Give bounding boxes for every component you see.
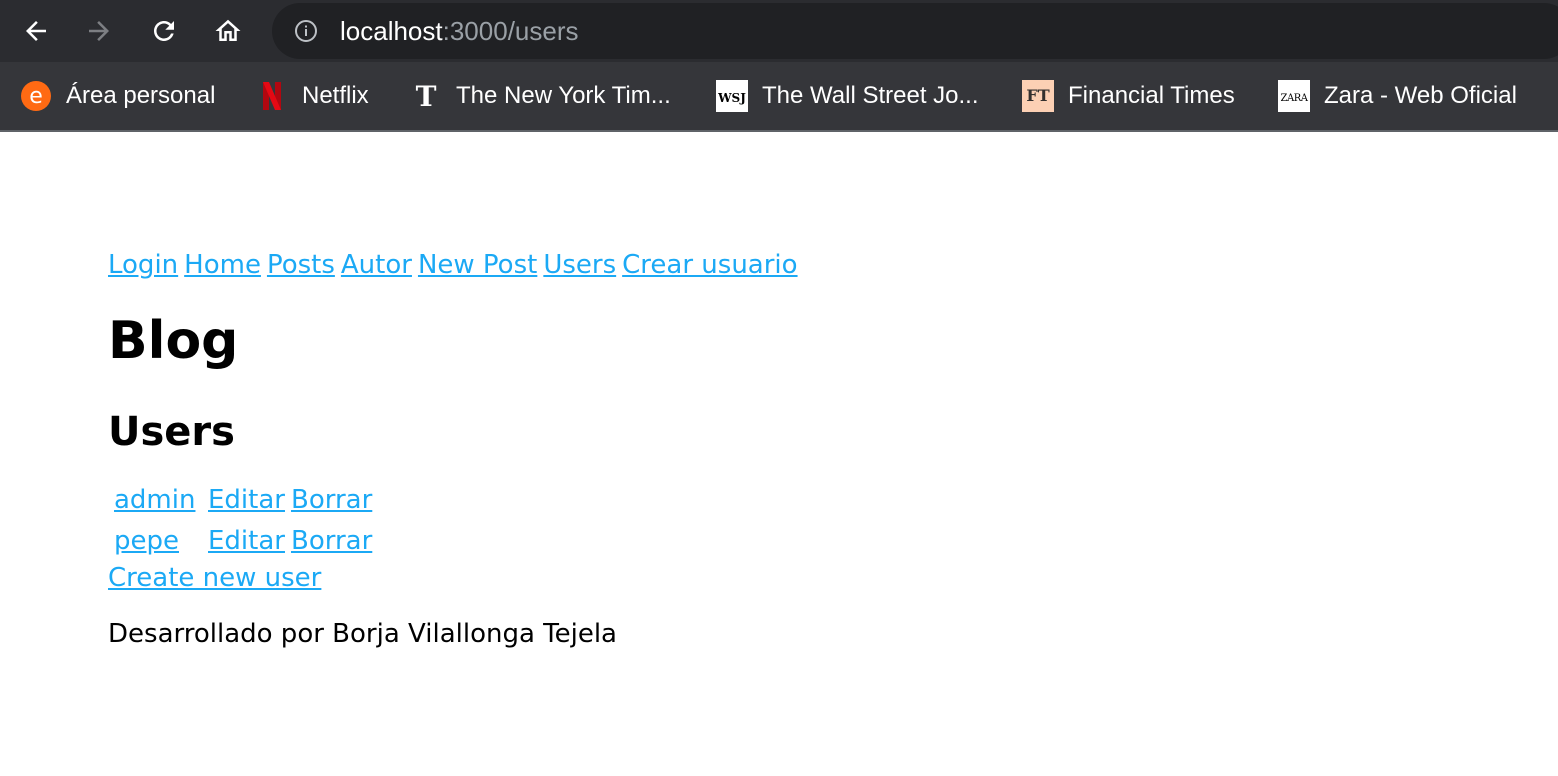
section-heading: Users xyxy=(108,409,235,455)
bookmark-label: Netflix xyxy=(302,82,369,109)
page-content: Login Home Posts Autor New Post Users Crear us… xyxy=(108,248,804,651)
home-icon xyxy=(215,19,241,41)
address-bar[interactable]: localhost:3000/users xyxy=(272,3,1558,59)
nyt-icon: T xyxy=(410,80,442,112)
page-title: Blog xyxy=(108,311,239,371)
home-button[interactable] xyxy=(211,14,245,48)
svg-text:WSJ: WSJ xyxy=(717,91,746,105)
forward-button[interactable] xyxy=(82,14,116,48)
netflix-icon xyxy=(256,80,288,112)
bookmark-financial-times[interactable]: FT Financial Times xyxy=(1022,78,1235,114)
table-row: admin Editar Borrar xyxy=(108,482,378,518)
nav-link-autor[interactable]: Autor xyxy=(341,250,412,280)
back-button[interactable] xyxy=(19,14,53,48)
create-user-link[interactable]: Create new user xyxy=(108,559,321,597)
svg-text:T: T xyxy=(416,80,437,112)
svg-text:FT: FT xyxy=(1026,86,1049,105)
edit-user-link[interactable]: Editar xyxy=(208,526,285,556)
users-table: admin Editar Borrar pepe Editar Borrar xyxy=(108,482,378,559)
nav-menu: Login Home Posts Autor New Post Users Crear us… xyxy=(108,248,804,282)
bookmark-nyt[interactable]: T The New York Tim... xyxy=(410,78,671,114)
zara-icon: ZARA xyxy=(1278,80,1310,112)
user-link[interactable]: pepe xyxy=(114,526,179,556)
reload-button[interactable] xyxy=(147,14,181,48)
nav-link-home[interactable]: Home xyxy=(184,250,261,280)
svg-text:ZARA: ZARA xyxy=(1281,93,1309,104)
delete-user-link[interactable]: Borrar xyxy=(291,526,372,556)
bookmark-label: Zara - Web Oficial xyxy=(1324,82,1517,109)
nav-link-new-post[interactable]: New Post xyxy=(418,250,537,280)
nav-link-users[interactable]: Users xyxy=(543,250,616,280)
footer-credit: Desarrollado por Borja Vilallonga Tejela xyxy=(108,619,617,649)
bookmark-netflix[interactable]: Netflix xyxy=(256,78,369,114)
reload-icon xyxy=(154,21,174,41)
wsj-icon: WSJ xyxy=(716,80,748,112)
arrow-right-icon xyxy=(89,21,109,41)
url-text: localhost:3000/users xyxy=(340,16,579,46)
bookmark-area-personal[interactable]: e Área personal xyxy=(20,78,215,114)
nav-link-posts[interactable]: Posts xyxy=(267,250,335,280)
bookmark-wsj[interactable]: WSJ The Wall Street Jo... xyxy=(716,78,979,114)
e-orange-circle-icon: e xyxy=(20,80,52,112)
svg-text:e: e xyxy=(29,84,43,109)
bookmark-label: The New York Tim... xyxy=(456,82,671,109)
ft-icon: FT xyxy=(1022,80,1054,112)
nav-link-crear-usuario[interactable]: Crear usuario xyxy=(622,250,797,280)
bookmark-zara[interactable]: ZARA Zara - Web Oficial xyxy=(1278,78,1517,114)
users-section: admin Editar Borrar pepe Editar Borrar C… xyxy=(108,482,804,597)
edit-user-link[interactable]: Editar xyxy=(208,485,285,515)
bookmarks-bar: e Área personal Netflix T The New York T… xyxy=(0,62,1558,132)
browser-toolbar: localhost:3000/users xyxy=(0,0,1558,62)
arrow-left-icon xyxy=(26,21,46,41)
table-row: pepe Editar Borrar xyxy=(108,518,378,559)
nav-link-login[interactable]: Login xyxy=(108,250,178,280)
delete-user-link[interactable]: Borrar xyxy=(291,485,372,515)
user-link[interactable]: admin xyxy=(114,485,195,515)
info-icon[interactable] xyxy=(294,19,318,43)
bookmark-label: Área personal xyxy=(66,82,216,109)
bookmark-label: The Wall Street Jo... xyxy=(762,82,979,109)
bookmark-label: Financial Times xyxy=(1068,82,1235,109)
